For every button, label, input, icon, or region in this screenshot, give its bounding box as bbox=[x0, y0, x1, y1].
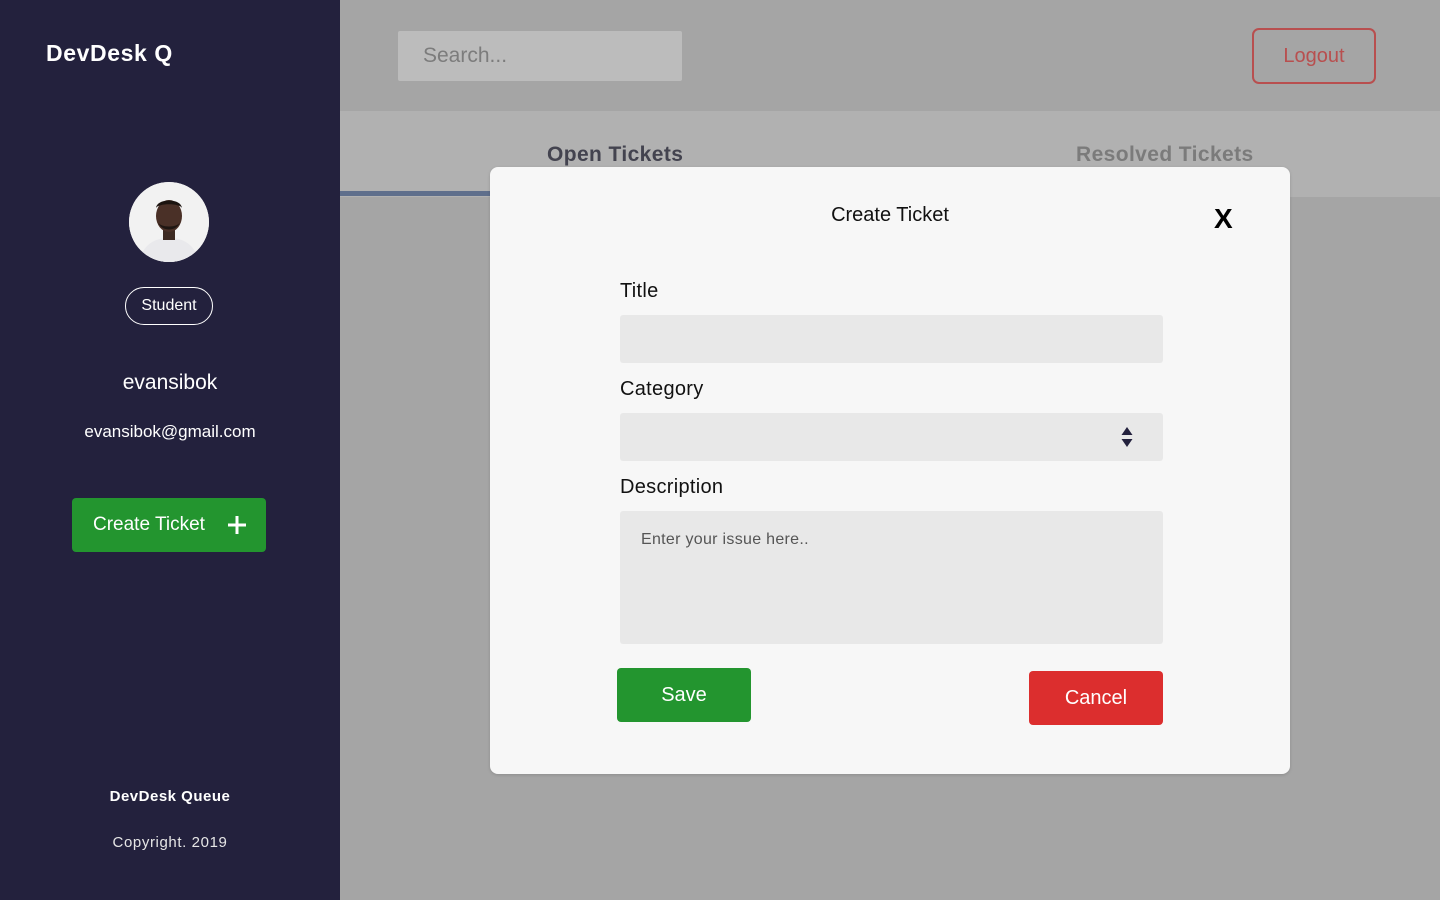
footer-title: DevDesk Queue bbox=[109, 788, 231, 805]
footer-copyright: Copyright. 2019 bbox=[112, 834, 228, 851]
role-badge: Student bbox=[125, 287, 213, 325]
select-arrows-icon bbox=[1121, 427, 1133, 447]
plus-icon bbox=[228, 516, 246, 534]
brand-logo[interactable]: DevDesk Q bbox=[46, 40, 173, 67]
search-input[interactable] bbox=[398, 31, 682, 81]
save-button[interactable]: Save bbox=[617, 668, 751, 722]
create-ticket-modal: Create Ticket X Title Category Descripti… bbox=[490, 167, 1290, 774]
description-field[interactable] bbox=[620, 511, 1163, 644]
tab-open-tickets[interactable]: Open Tickets bbox=[547, 143, 683, 167]
username: evansibok bbox=[122, 371, 218, 394]
user-photo-icon bbox=[129, 182, 209, 262]
active-tab-indicator bbox=[340, 191, 500, 196]
user-email: evansibok@gmail.com bbox=[84, 422, 256, 441]
title-field[interactable] bbox=[620, 315, 1163, 363]
create-ticket-label: Create Ticket bbox=[93, 514, 205, 535]
modal-title: Create Ticket bbox=[831, 204, 949, 226]
tab-resolved-tickets[interactable]: Resolved Tickets bbox=[1076, 143, 1254, 167]
create-ticket-button[interactable]: Create Ticket bbox=[72, 498, 266, 552]
category-label: Category bbox=[620, 378, 704, 400]
avatar bbox=[129, 182, 209, 262]
sidebar: DevDesk Q Student evansibok evansibok@gm… bbox=[0, 0, 340, 900]
close-icon[interactable]: X bbox=[1214, 203, 1233, 235]
category-select[interactable] bbox=[620, 413, 1163, 461]
cancel-button[interactable]: Cancel bbox=[1029, 671, 1163, 725]
logout-button[interactable]: Logout bbox=[1252, 28, 1376, 84]
title-label: Title bbox=[620, 280, 659, 302]
description-label: Description bbox=[620, 476, 724, 498]
